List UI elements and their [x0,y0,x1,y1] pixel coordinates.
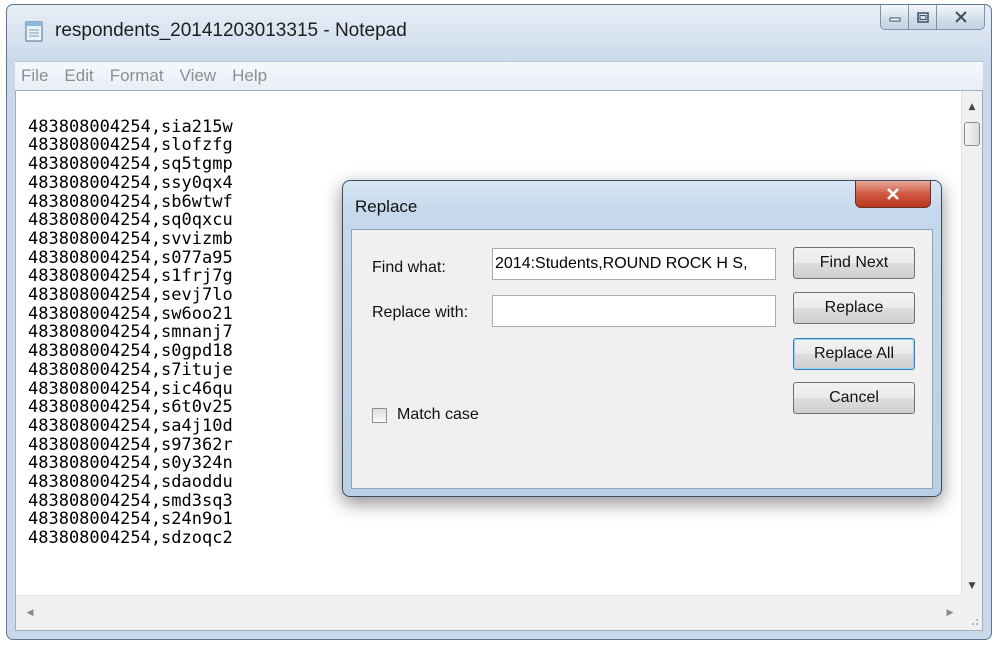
text-line: 483808004254,sw6oo21 [28,303,233,324]
maximize-icon [916,11,929,23]
resize-grip-icon [972,619,978,625]
text-line: 483808004254,s24n9o1 [28,509,233,530]
scroll-right-button[interactable]: ▶ [940,603,960,623]
text-line: 483808004254,ssy0qx4 [28,172,233,193]
menu-file[interactable]: File [15,62,56,90]
vertical-scrollbar[interactable]: ▲ ▼ [961,91,982,596]
maximize-button[interactable] [909,5,937,30]
scroll-down-button[interactable]: ▼ [962,576,982,596]
menu-edit[interactable]: Edit [56,62,101,90]
horizontal-scrollbar[interactable]: ◀ ▶ [16,595,962,630]
text-line: 483808004254,sb6wtwf [28,191,233,212]
title-bar[interactable]: respondents_20141203013315 - Notepad [7,5,991,59]
find-what-input[interactable]: 2014:Students,ROUND ROCK H S, [492,248,776,280]
text-line: 483808004254,sic46qu [28,378,233,399]
minimize-icon [889,17,900,22]
replace-with-label: Replace with: [372,304,469,321]
text-line: 483808004254,smd3sq3 [28,490,233,511]
text-line: 483808004254,sa4j10d [28,415,233,436]
text-line: 483808004254,slofzfg [28,135,233,156]
replace-button[interactable]: Replace [793,292,915,324]
text-content[interactable]: 483808004254,sia215w 483808004254,slofzfg… [28,99,233,585]
replace-with-input[interactable] [492,295,776,327]
text-line: 483808004254,sdaoddu [28,472,233,493]
dialog-title: Replace [355,197,418,216]
text-line: 483808004254,svvizmb [28,228,233,249]
text-line: 483808004254,s97362r [28,434,233,455]
text-line: 483808004254,smnanj7 [28,322,233,343]
window-title: respondents_20141203013315 - Notepad [55,20,407,41]
dialog-close-button[interactable] [855,181,931,208]
scroll-up-button[interactable]: ▲ [962,97,982,117]
dialog-body: Find what: 2014:Students,ROUND ROCK H S,… [351,229,933,489]
text-line: 483808004254,s077a95 [28,247,233,268]
replace-dialog: Replace Find what: 2014:Students,ROUND R… [342,180,942,497]
find-what-value: 2014:Students,ROUND ROCK H S, [495,255,748,272]
close-icon [887,188,899,200]
text-line: 483808004254,s6t0v25 [28,397,233,418]
menu-view[interactable]: View [172,62,225,90]
text-line: 483808004254,sdzoqc2 [28,528,233,549]
arrow-right-icon: ▶ [946,608,954,618]
cancel-button[interactable]: Cancel [793,382,915,414]
arrow-up-icon: ▲ [968,102,976,112]
notepad-icon [25,20,43,42]
text-line: 483808004254,sq5tgmp [28,154,233,175]
size-grip[interactable] [961,596,982,630]
menu-help[interactable]: Help [224,62,275,90]
match-case-checkbox[interactable] [372,408,387,423]
arrow-left-icon: ◀ [26,608,34,618]
text-line: 483808004254,sq0qxcu [28,210,233,231]
minimize-button[interactable] [880,5,909,30]
arrow-down-icon: ▼ [968,581,976,591]
close-button[interactable] [937,5,985,30]
text-line: 483808004254,s0y324n [28,453,233,474]
caption-buttons [880,5,985,31]
text-line: 483808004254,s0gpd18 [28,341,233,362]
menu-bar: File Edit Format View Help [15,61,983,90]
text-line: 483808004254,s1frj7g [28,266,233,287]
text-line: 483808004254,sevj7lo [28,285,233,306]
vertical-scroll-thumb[interactable] [964,122,980,146]
replace-all-button[interactable]: Replace All [793,338,915,370]
find-what-label: Find what: [372,259,446,276]
text-line: 483808004254,sia215w [28,116,233,137]
scroll-left-button[interactable]: ◀ [20,603,40,623]
close-icon [954,11,967,23]
text-line: 483808004254,s7ituje [28,359,233,380]
match-case-label[interactable]: Match case [397,406,479,424]
menu-format[interactable]: Format [102,62,172,90]
find-next-button[interactable]: Find Next [793,247,915,279]
